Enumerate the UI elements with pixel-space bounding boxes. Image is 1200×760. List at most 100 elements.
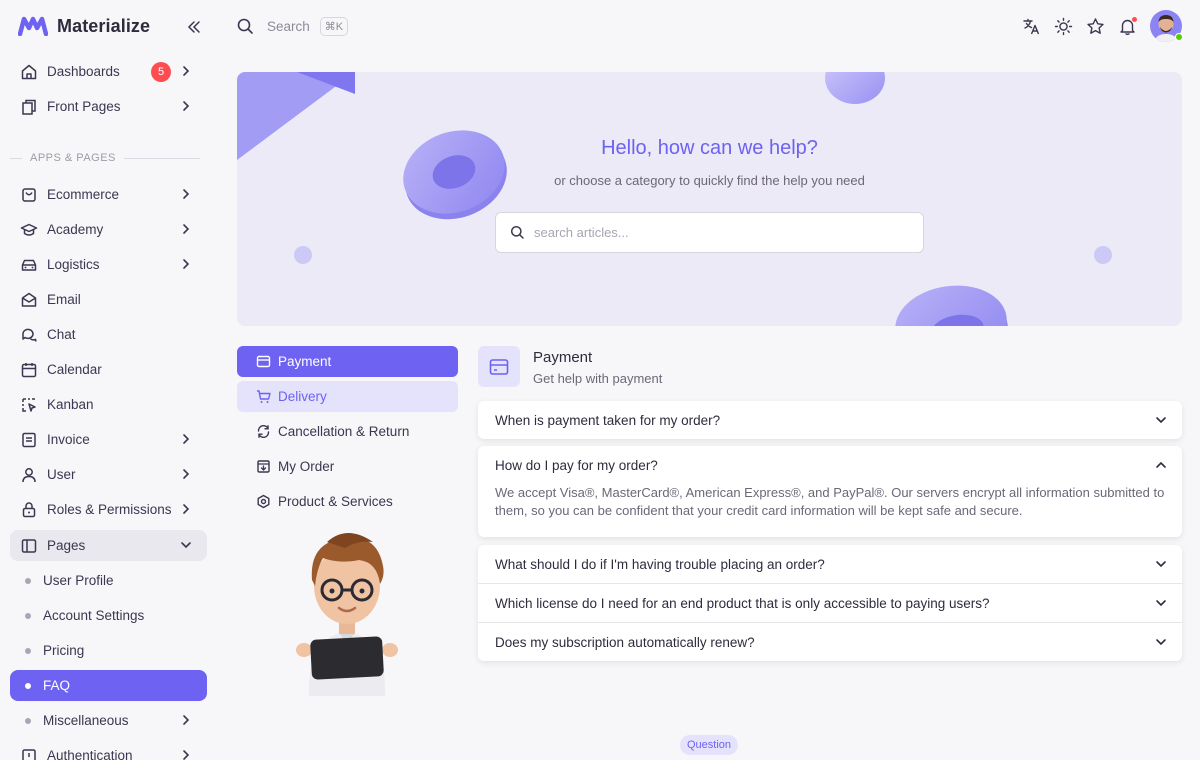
sidebar-item-label: Calendar [47,362,102,377]
credit-card-icon [256,354,271,369]
help-hero-banner: Hello, how can we help? or choose a cate… [237,72,1182,326]
notification-dot [1131,15,1138,23]
sidebar-item-logistics[interactable]: Logistics [10,249,207,280]
faq-question-text: Does my subscription automatically renew… [495,634,755,650]
payment-section-icon [478,346,520,387]
notification-badge: 5 [151,62,171,82]
chevron-right-icon [179,467,193,481]
user-icon [20,466,38,484]
bell-icon[interactable] [1118,15,1138,36]
faq-question-text: Which license do I need for an end produ… [495,595,990,611]
category-label: Cancellation & Return [278,424,410,439]
sidebar-item-chat[interactable]: Chat [10,319,207,350]
archive-box-icon [256,459,271,474]
chevron-right-icon [179,748,193,760]
settings-icon [256,494,271,509]
category-my-order[interactable]: My Order [237,451,458,482]
bullet-icon [25,577,31,584]
chevron-right-icon [179,713,193,727]
faq-question[interactable]: When is payment taken for my order? [478,401,1182,439]
chevron-right-icon [179,222,193,236]
chevron-down-icon [1154,596,1168,610]
category-delivery[interactable]: Delivery [237,381,458,412]
search-label: Search [267,18,310,34]
section-title: Payment [533,349,593,366]
category-product-services[interactable]: Product & Services [237,486,458,517]
collapse-sidebar-icon[interactable] [184,17,204,37]
global-search[interactable]: Search ⌘K [236,14,349,38]
layout-icon [20,537,38,555]
star-icon[interactable] [1086,17,1105,36]
sidebar-item-authentication[interactable]: Authentication [10,740,207,760]
sidebar-item-pages[interactable]: Pages [10,530,207,561]
sun-icon[interactable] [1054,17,1073,36]
category-label: Delivery [278,389,327,404]
category-cancellation-return[interactable]: Cancellation & Return [237,416,458,447]
sidebar-item-ecommerce[interactable]: Ecommerce [10,179,207,210]
sidebar-item-label: Roles & Permissions [47,502,172,517]
chevron-down-icon [1154,413,1168,427]
faq-question-text: How do I pay for my order? [495,457,658,473]
translate-icon[interactable] [1022,17,1041,36]
calendar-icon [20,361,38,379]
sidebar-item-academy[interactable]: Academy [10,214,207,245]
sidebar-item-label: User [47,467,76,482]
sidebar-item-label: Front Pages [47,99,121,114]
brand[interactable]: Materialize [18,12,150,40]
car-icon [20,256,38,274]
chevron-right-icon [179,64,193,78]
faq-question[interactable]: Which license do I need for an end produ… [478,584,1182,622]
sidebar-item-front-pages[interactable]: Front Pages [10,91,207,122]
faq-question[interactable]: Does my subscription automatically renew… [478,623,1182,661]
materialize-logo-icon [18,16,48,36]
sidebar-item-label: Pricing [43,643,85,658]
category-payment[interactable]: Payment [237,346,458,377]
sidebar-subitem-account-settings[interactable]: Account Settings [10,600,207,631]
chevron-up-icon [1154,458,1168,472]
question-chip: Question [680,735,739,755]
chevron-down-icon [1154,635,1168,649]
article-search-box[interactable] [495,212,924,253]
sidebar-subitem-miscellaneous[interactable]: Miscellaneous [10,705,207,736]
kanban-icon [20,396,38,414]
search-icon [510,225,525,240]
chevron-right-icon [179,99,193,113]
hero-title: Hello, how can we help? [601,137,818,159]
topbar-actions [1022,10,1182,42]
brand-name: Materialize [57,15,151,36]
faq-item-expanded[interactable]: How do I pay for my order? We accept Vis… [478,446,1182,537]
sidebar-item-label: Kanban [47,397,94,412]
sidebar-item-label: Logistics [47,257,100,272]
faq-question[interactable]: How do I pay for my order? [478,446,1182,484]
sidebar-item-label: Pages [47,538,86,553]
chevron-right-icon [179,187,193,201]
chevron-right-icon [179,502,193,516]
sidebar-item-calendar[interactable]: Calendar [10,354,207,385]
shopping-bag-icon [20,186,38,204]
faq-group: What should I do if I'm having trouble p… [478,545,1182,661]
sidebar-item-label: Dashboards [47,64,120,79]
sidebar-subitem-pricing[interactable]: Pricing [10,635,207,666]
online-status-dot [1175,33,1183,41]
sidebar-item-label: Email [47,292,81,307]
sidebar-item-dashboards[interactable]: Dashboards 5 [10,56,207,87]
lock-icon [20,501,38,519]
bullet-icon [25,612,31,619]
faq-item[interactable]: When is payment taken for my order? [478,401,1182,439]
sidebar-item-invoice[interactable]: Invoice [10,424,207,455]
bullet-icon [25,647,31,654]
search-icon [236,17,255,36]
sidebar: Materialize Dashboards 5 Front Pages APP… [0,0,220,760]
invoice-icon [20,431,38,449]
article-search-input[interactable] [534,225,914,240]
sidebar-item-kanban[interactable]: Kanban [10,389,207,420]
chevron-right-icon [179,257,193,271]
faq-question[interactable]: What should I do if I'm having trouble p… [478,545,1182,583]
search-shortcut: ⌘K [319,16,349,36]
shield-lock-icon [20,747,38,760]
sidebar-item-roles-permissions[interactable]: Roles & Permissions [10,494,207,525]
sidebar-item-email[interactable]: Email [10,284,207,315]
sidebar-subitem-user-profile[interactable]: User Profile [10,565,207,596]
sidebar-subitem-faq[interactable]: FAQ [10,670,207,701]
sidebar-item-user[interactable]: User [10,459,207,490]
